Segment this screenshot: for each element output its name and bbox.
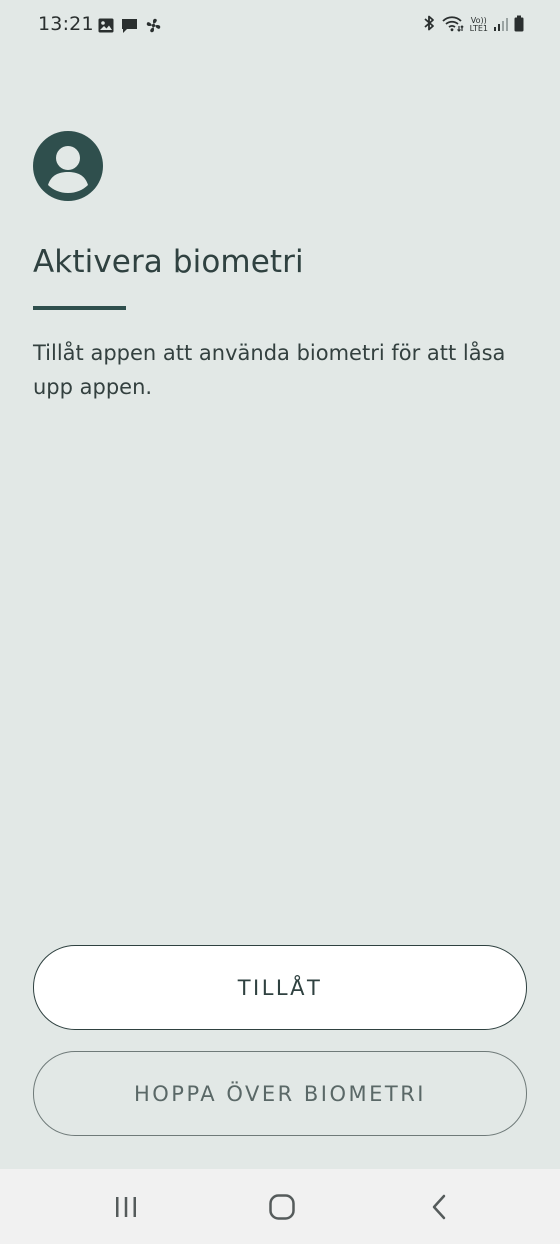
allow-button[interactable]: TILLÅT [33,945,527,1030]
bluetooth-icon [422,14,436,36]
gallery-icon [98,18,114,37]
status-bar: 13:21 Vo)) LTE1 [0,0,560,52]
network-label-bottom: LTE1 [469,24,488,33]
volte-lte-icon: Vo)) LTE1 [470,17,488,33]
status-right-icons: Vo)) LTE1 [422,14,524,36]
allow-button-label: TILLÅT [237,975,323,1000]
navigation-bar [0,1169,560,1244]
title-underline [33,306,126,310]
fan-icon [145,17,162,38]
wifi-icon [441,15,464,36]
person-icon [33,131,103,201]
description-text: Tillåt appen att använda biometri för at… [33,341,506,399]
battery-icon [514,15,524,36]
recents-icon[interactable] [106,1189,146,1225]
status-time: 13:21 [38,13,94,35]
home-icon[interactable] [262,1189,302,1225]
signal-icon [494,16,508,35]
skip-biometrics-button[interactable]: HOPPA ÖVER BIOMETRI [33,1051,527,1136]
back-icon[interactable] [419,1189,459,1225]
message-icon [121,18,138,38]
status-left-icons [98,17,162,38]
page-title: Aktivera biometri [33,244,304,280]
skip-biometrics-button-label: HOPPA ÖVER BIOMETRI [133,1081,427,1106]
